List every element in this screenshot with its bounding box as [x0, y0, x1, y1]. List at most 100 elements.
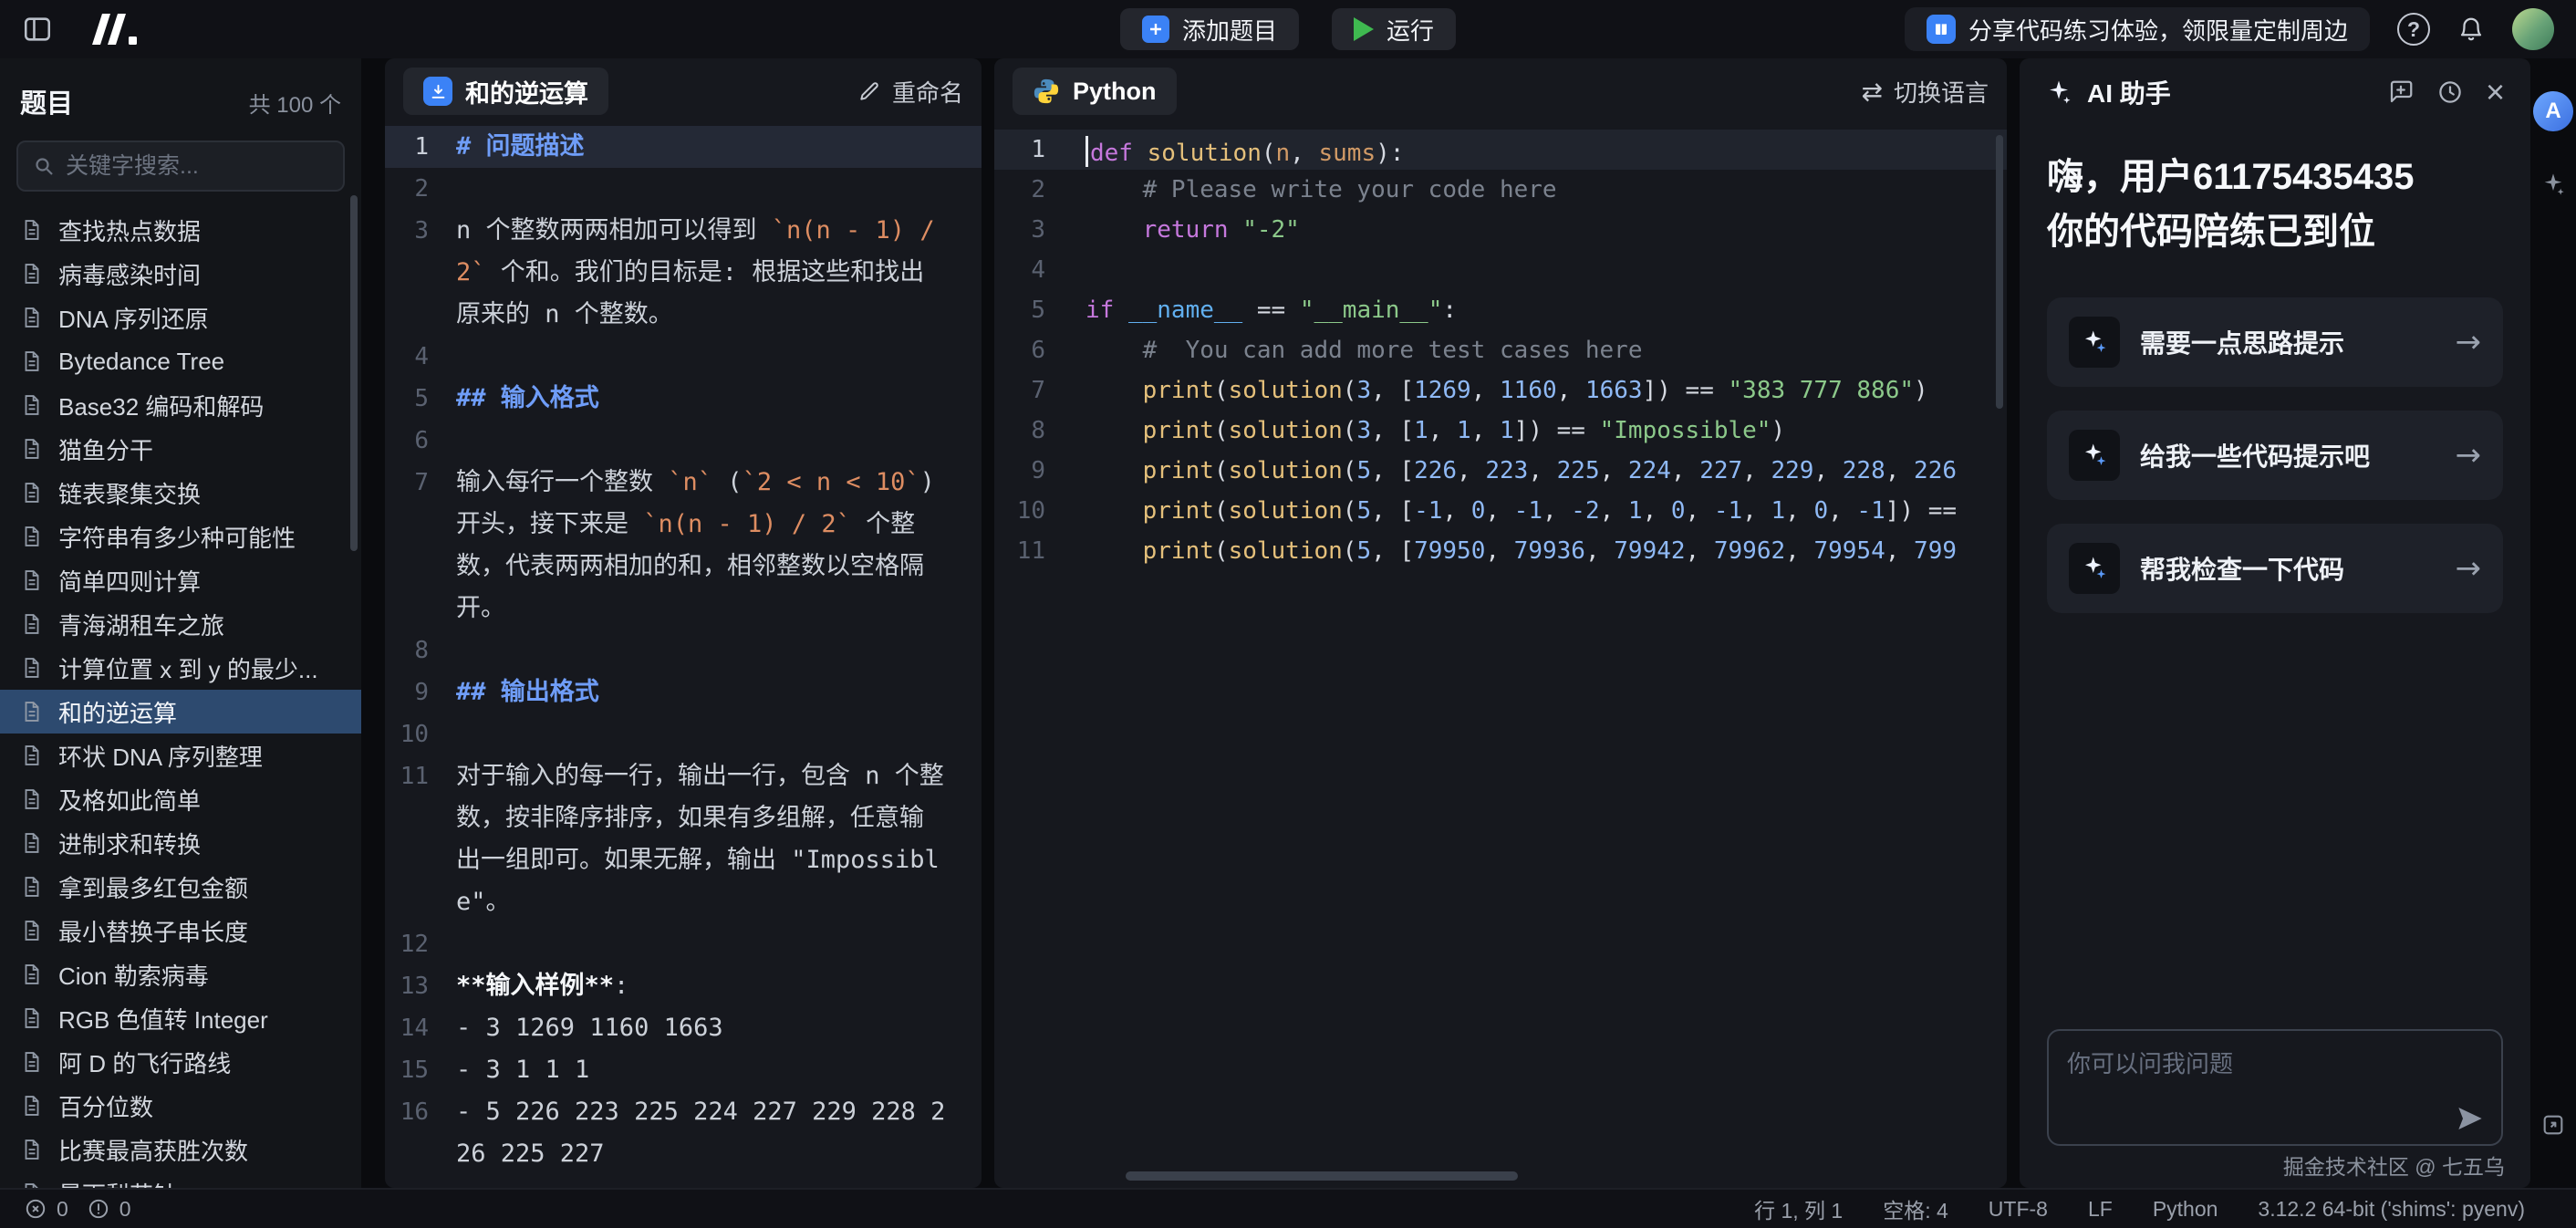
sidebar-item[interactable]: 进制求和转换 [0, 821, 361, 865]
sidebar-item[interactable]: RGB 色值转 Integer [0, 996, 361, 1040]
editor-line[interactable]: 12 [385, 923, 982, 965]
editor-line[interactable]: 7 print(solution(3, [1269, 1160, 1663]) … [994, 370, 2007, 411]
run-button[interactable]: 运行 [1332, 8, 1456, 50]
sidebar-item-label: 病毒感染时间 [58, 257, 201, 291]
share-banner[interactable]: 分享代码练习体验，领限量定制周边 [1905, 7, 2370, 51]
vertical-scrollbar[interactable] [1996, 135, 2003, 409]
editor-line[interactable]: 3n 个整数两两相加可以得到 `n(n - 1) / 2` 个和。我们的目标是:… [385, 210, 982, 336]
new-chat-icon[interactable] [2387, 78, 2415, 106]
status-item[interactable]: Python [2153, 1197, 2218, 1222]
user-avatar[interactable] [2512, 8, 2554, 50]
problem-count: 共 100 个 [249, 87, 341, 119]
switch-language-button[interactable]: ⇄ 切换语言 [1862, 75, 1989, 109]
sparkle-icon [2081, 442, 2108, 469]
problem-tab[interactable]: 和的逆运算 [403, 68, 608, 115]
line-number: 8 [385, 630, 456, 671]
sidebar-item[interactable]: 比赛最高获胜次数 [0, 1128, 361, 1171]
editor-line[interactable]: 5if __name__ == "__main__": [994, 290, 2007, 330]
notifications-icon[interactable] [2457, 16, 2485, 43]
status-right: 行 1, 列 1 空格: 4 UTF-8 LF Python 3.12.2 64-bit … [1754, 1193, 2552, 1224]
editor-line[interactable]: 8 print(solution(3, [1, 1, 1]) == "Impos… [994, 411, 2007, 451]
language-tab[interactable]: Python [1013, 68, 1177, 115]
editor-line[interactable]: 2 [385, 168, 982, 210]
ai-suggestion-card[interactable]: 帮我检查一下代码→ [2047, 524, 2503, 613]
sidebar-item[interactable]: 暴雨梨花针 [0, 1171, 361, 1188]
ai-suggestion-card[interactable]: 给我一些代码提示吧→ [2047, 411, 2503, 500]
sidebar-item[interactable]: 环状 DNA 序列整理 [0, 734, 361, 777]
editor-line[interactable]: 14- 3 1269 1160 1663 [385, 1007, 982, 1049]
expand-icon[interactable] [2540, 1112, 2566, 1138]
status-item[interactable]: LF [2088, 1197, 2113, 1222]
line-content: - 3 1 1 1 [456, 1049, 982, 1091]
status-item[interactable]: 空格: 4 [1883, 1193, 1948, 1224]
sidebar-item[interactable]: 计算位置 x 到 y 的最少... [0, 646, 361, 690]
history-icon[interactable] [2436, 78, 2464, 106]
sidebar-item[interactable]: 拿到最多红包金额 [0, 865, 361, 909]
errors-icon[interactable] [24, 1197, 47, 1221]
close-icon[interactable]: × [2486, 78, 2505, 106]
editor-line[interactable]: 2 # Please write your code here [994, 170, 2007, 210]
editor-line[interactable]: 15- 3 1 1 1 [385, 1049, 982, 1091]
rename-button[interactable]: 重命名 [857, 75, 963, 109]
help-icon[interactable]: ? [2397, 13, 2430, 46]
sidebar-item[interactable]: 阿 D 的飞行路线 [0, 1040, 361, 1084]
warnings-icon[interactable] [87, 1197, 110, 1221]
sidebar-item[interactable]: Cion 勒索病毒 [0, 952, 361, 996]
sidebar-item[interactable]: Base32 编码和解码 [0, 383, 361, 427]
editor-line[interactable]: 7输入每行一个整数 `n` (`2 < n < 10`) 开头，接下来是 `n(… [385, 462, 982, 630]
sidebar-item[interactable]: DNA 序列还原 [0, 296, 361, 339]
editor-line[interactable]: 10 [385, 713, 982, 755]
editor-line[interactable]: 1# 问题描述 [385, 126, 982, 168]
layout-toggle-icon[interactable] [22, 14, 53, 45]
sidebar-item[interactable]: Bytedance Tree [0, 339, 361, 383]
sidebar-item[interactable]: 和的逆运算 [0, 690, 361, 734]
sidebar-item[interactable]: 及格如此简单 [0, 777, 361, 821]
rail-sparkle-icon[interactable] [2540, 172, 2566, 197]
editor-line[interactable]: 6 # You can add more test cases here [994, 330, 2007, 370]
line-number: 15 [385, 1049, 456, 1091]
sidebar-item[interactable]: 病毒感染时间 [0, 252, 361, 296]
topbar: 添加题目 运行 分享代码练习体验，领限量定制周边 ? [0, 0, 2576, 58]
editor-line[interactable]: 13**输入样例**: [385, 965, 982, 1007]
sidebar-item[interactable]: 链表聚集交换 [0, 471, 361, 515]
line-number: 5 [385, 378, 456, 420]
editor-line[interactable]: 11 print(solution(5, [79950, 79936, 7994… [994, 531, 2007, 571]
search-box[interactable] [16, 140, 345, 192]
sidebar-item[interactable]: 字符串有多少种可能性 [0, 515, 361, 558]
sidebar-item[interactable]: 简单四则计算 [0, 558, 361, 602]
horizontal-scrollbar-thumb[interactable] [1126, 1171, 1518, 1181]
search-input[interactable] [66, 153, 359, 180]
sidebar-item[interactable]: 青海湖租车之旅 [0, 602, 361, 646]
horizontal-scrollbar[interactable] [1085, 1171, 1985, 1181]
editor-line[interactable]: 4 [994, 250, 2007, 290]
editor-line[interactable]: 9## 输出格式 [385, 671, 982, 713]
editor-line[interactable]: 11对于输入的每一行，输出一行，包含 n 个整数，按非降序排序，如果有多组解，任… [385, 755, 982, 923]
status-item[interactable]: UTF-8 [1989, 1197, 2048, 1222]
ai-suggestion-card[interactable]: 需要一点思路提示→ [2047, 297, 2503, 387]
sidebar-item[interactable]: 最小替换子串长度 [0, 909, 361, 952]
sidebar-item[interactable]: 百分位数 [0, 1084, 361, 1128]
sparkle-icon [2081, 328, 2108, 356]
sidebar-header: 题目 共 100 个 [0, 58, 361, 133]
editor-line[interactable]: 16- 5 226 223 225 224 227 229 228 226 22… [385, 1091, 982, 1175]
editor-line[interactable]: 9 print(solution(5, [226, 223, 225, 224,… [994, 451, 2007, 491]
line-number: 5 [994, 290, 1085, 330]
ai-input[interactable] [2067, 1046, 2483, 1111]
editor-line[interactable]: 6 [385, 420, 982, 462]
assistant-avatar[interactable]: A [2533, 91, 2573, 131]
editor-line[interactable]: 1def solution(n, sums): [994, 130, 2007, 170]
editor-line[interactable]: 4 [385, 336, 982, 378]
sidebar-item[interactable]: 查找热点数据 [0, 208, 361, 252]
editor-line[interactable]: 3 return "-2" [994, 210, 2007, 250]
ai-input-box[interactable] [2047, 1029, 2503, 1146]
line-number: 9 [385, 671, 456, 713]
editor-line[interactable]: 8 [385, 630, 982, 671]
sidebar-item[interactable]: 猫鱼分干 [0, 427, 361, 471]
editor-line[interactable]: 5## 输入格式 [385, 378, 982, 420]
editor-line[interactable]: 10 print(solution(5, [-1, 0, -1, -2, 1, … [994, 491, 2007, 531]
send-icon[interactable] [2456, 1104, 2485, 1133]
add-problem-button[interactable]: 添加题目 [1120, 8, 1299, 50]
status-item[interactable]: 行 1, 列 1 [1754, 1193, 1843, 1224]
status-item[interactable]: 3.12.2 64-bit ('shims': pyenv) [2258, 1197, 2525, 1222]
sidebar-scrollbar[interactable] [350, 195, 358, 551]
